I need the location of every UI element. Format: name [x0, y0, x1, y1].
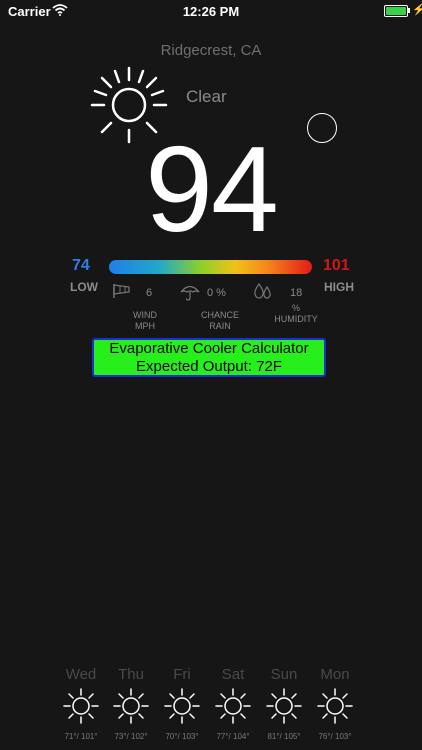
forecast-temps-3: 77°/ 104°: [216, 732, 250, 741]
calculator-title: Evaporative Cooler Calculator: [109, 340, 309, 357]
drops-icon: [254, 282, 271, 299]
umbrella-icon: [180, 285, 200, 301]
low-label: LOW: [70, 280, 98, 294]
forecast-day-0: Wed: [65, 666, 97, 683]
forecast-sun-icon: [213, 686, 253, 726]
forecast-day-2: Fri: [173, 666, 191, 683]
status-time: 12:26 PM: [182, 4, 240, 19]
wind-label: WIND MPH: [120, 310, 170, 332]
forecast-temps-1: 73°/ 102°: [114, 732, 148, 741]
windsock-icon: [113, 284, 130, 298]
forecast-sun-icon: [61, 686, 101, 726]
humidity-label-line1: %: [291, 303, 300, 313]
rain-label-line2: RAIN: [209, 321, 231, 331]
rain-label: CHANCE RAIN: [195, 310, 245, 332]
humidity-value: 18: [290, 287, 303, 299]
high-temperature: 101: [323, 257, 350, 274]
current-temperature: 94: [145, 121, 279, 257]
humidity-label-line2: HUMIDITY: [274, 314, 318, 324]
forecast-day-5: Mon: [320, 666, 350, 683]
forecast-temps-2: 70°/ 103°: [165, 732, 199, 741]
forecast-temps-0: 71°/ 101°: [64, 732, 98, 741]
forecast-sun-icon: [264, 686, 304, 726]
rain-label-line1: CHANCE: [200, 310, 239, 320]
high-label: HIGH: [324, 280, 354, 294]
forecast-day-4: Sun: [270, 666, 298, 683]
wind-value: 6: [146, 287, 153, 299]
forecast-temps-5: 76°/ 103°: [318, 732, 352, 741]
charging-icon: ⚡: [412, 4, 422, 16]
humidity-label: % HUMIDITY: [266, 303, 326, 325]
forecast-sun-icon: [315, 686, 355, 726]
forecast-day-3: Sat: [221, 666, 245, 683]
forecast-sun-icon: [111, 686, 151, 726]
rain-value: 0 %: [207, 287, 226, 299]
forecast-sun-icon: [162, 686, 202, 726]
calculator-output: Expected Output: 72F: [136, 358, 282, 375]
wind-label-line2: MPH: [135, 321, 155, 331]
wind-label-line1: WIND: [133, 310, 157, 320]
battery-tip: [408, 8, 410, 13]
location-label[interactable]: Ridgecrest, CA: [0, 42, 422, 59]
battery-icon: [384, 5, 408, 17]
forecast-temps-4: 81°/ 105°: [267, 732, 301, 741]
low-temperature: 74: [72, 257, 90, 274]
temperature-range-bar: [109, 260, 312, 274]
condition-label: Clear: [186, 87, 227, 106]
forecast-day-1: Thu: [118, 666, 144, 683]
